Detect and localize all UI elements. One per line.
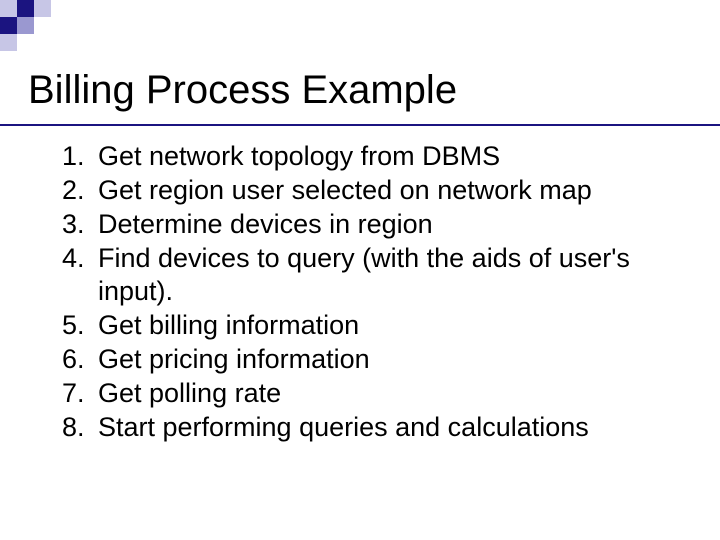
corner-decoration-icon [0,0,130,60]
list-number: 1. [62,140,98,173]
list-item: 6. Get pricing information [62,343,660,376]
list-number: 2. [62,174,98,207]
list-item: 8. Start performing queries and calculat… [62,411,660,444]
slide-body: 1. Get network topology from DBMS 2. Get… [62,140,660,444]
list-text: Get polling rate [98,377,660,410]
list-text: Determine devices in region [98,208,660,241]
list-text: Get region user selected on network map [98,174,660,207]
list-text: Start performing queries and calculation… [98,411,660,444]
list-number: 5. [62,309,98,342]
list-number: 7. [62,377,98,410]
list-number: 6. [62,343,98,376]
list-text: Get billing information [98,309,660,342]
list-number: 3. [62,208,98,241]
list-item: 7. Get polling rate [62,377,660,410]
list-text: Get pricing information [98,343,660,376]
list-number: 4. [62,242,98,308]
list-text: Get network topology from DBMS [98,140,660,173]
slide-title: Billing Process Example [28,68,457,113]
slide: Billing Process Example 1. Get network t… [0,0,720,540]
list-item: 4. Find devices to query (with the aids … [62,242,660,308]
list-item: 3. Determine devices in region [62,208,660,241]
list-item: 1. Get network topology from DBMS [62,140,660,173]
list-number: 8. [62,411,98,444]
list-item: 5. Get billing information [62,309,660,342]
list-item: 2. Get region user selected on network m… [62,174,660,207]
title-underline [0,124,720,126]
list-text: Find devices to query (with the aids of … [98,242,660,308]
